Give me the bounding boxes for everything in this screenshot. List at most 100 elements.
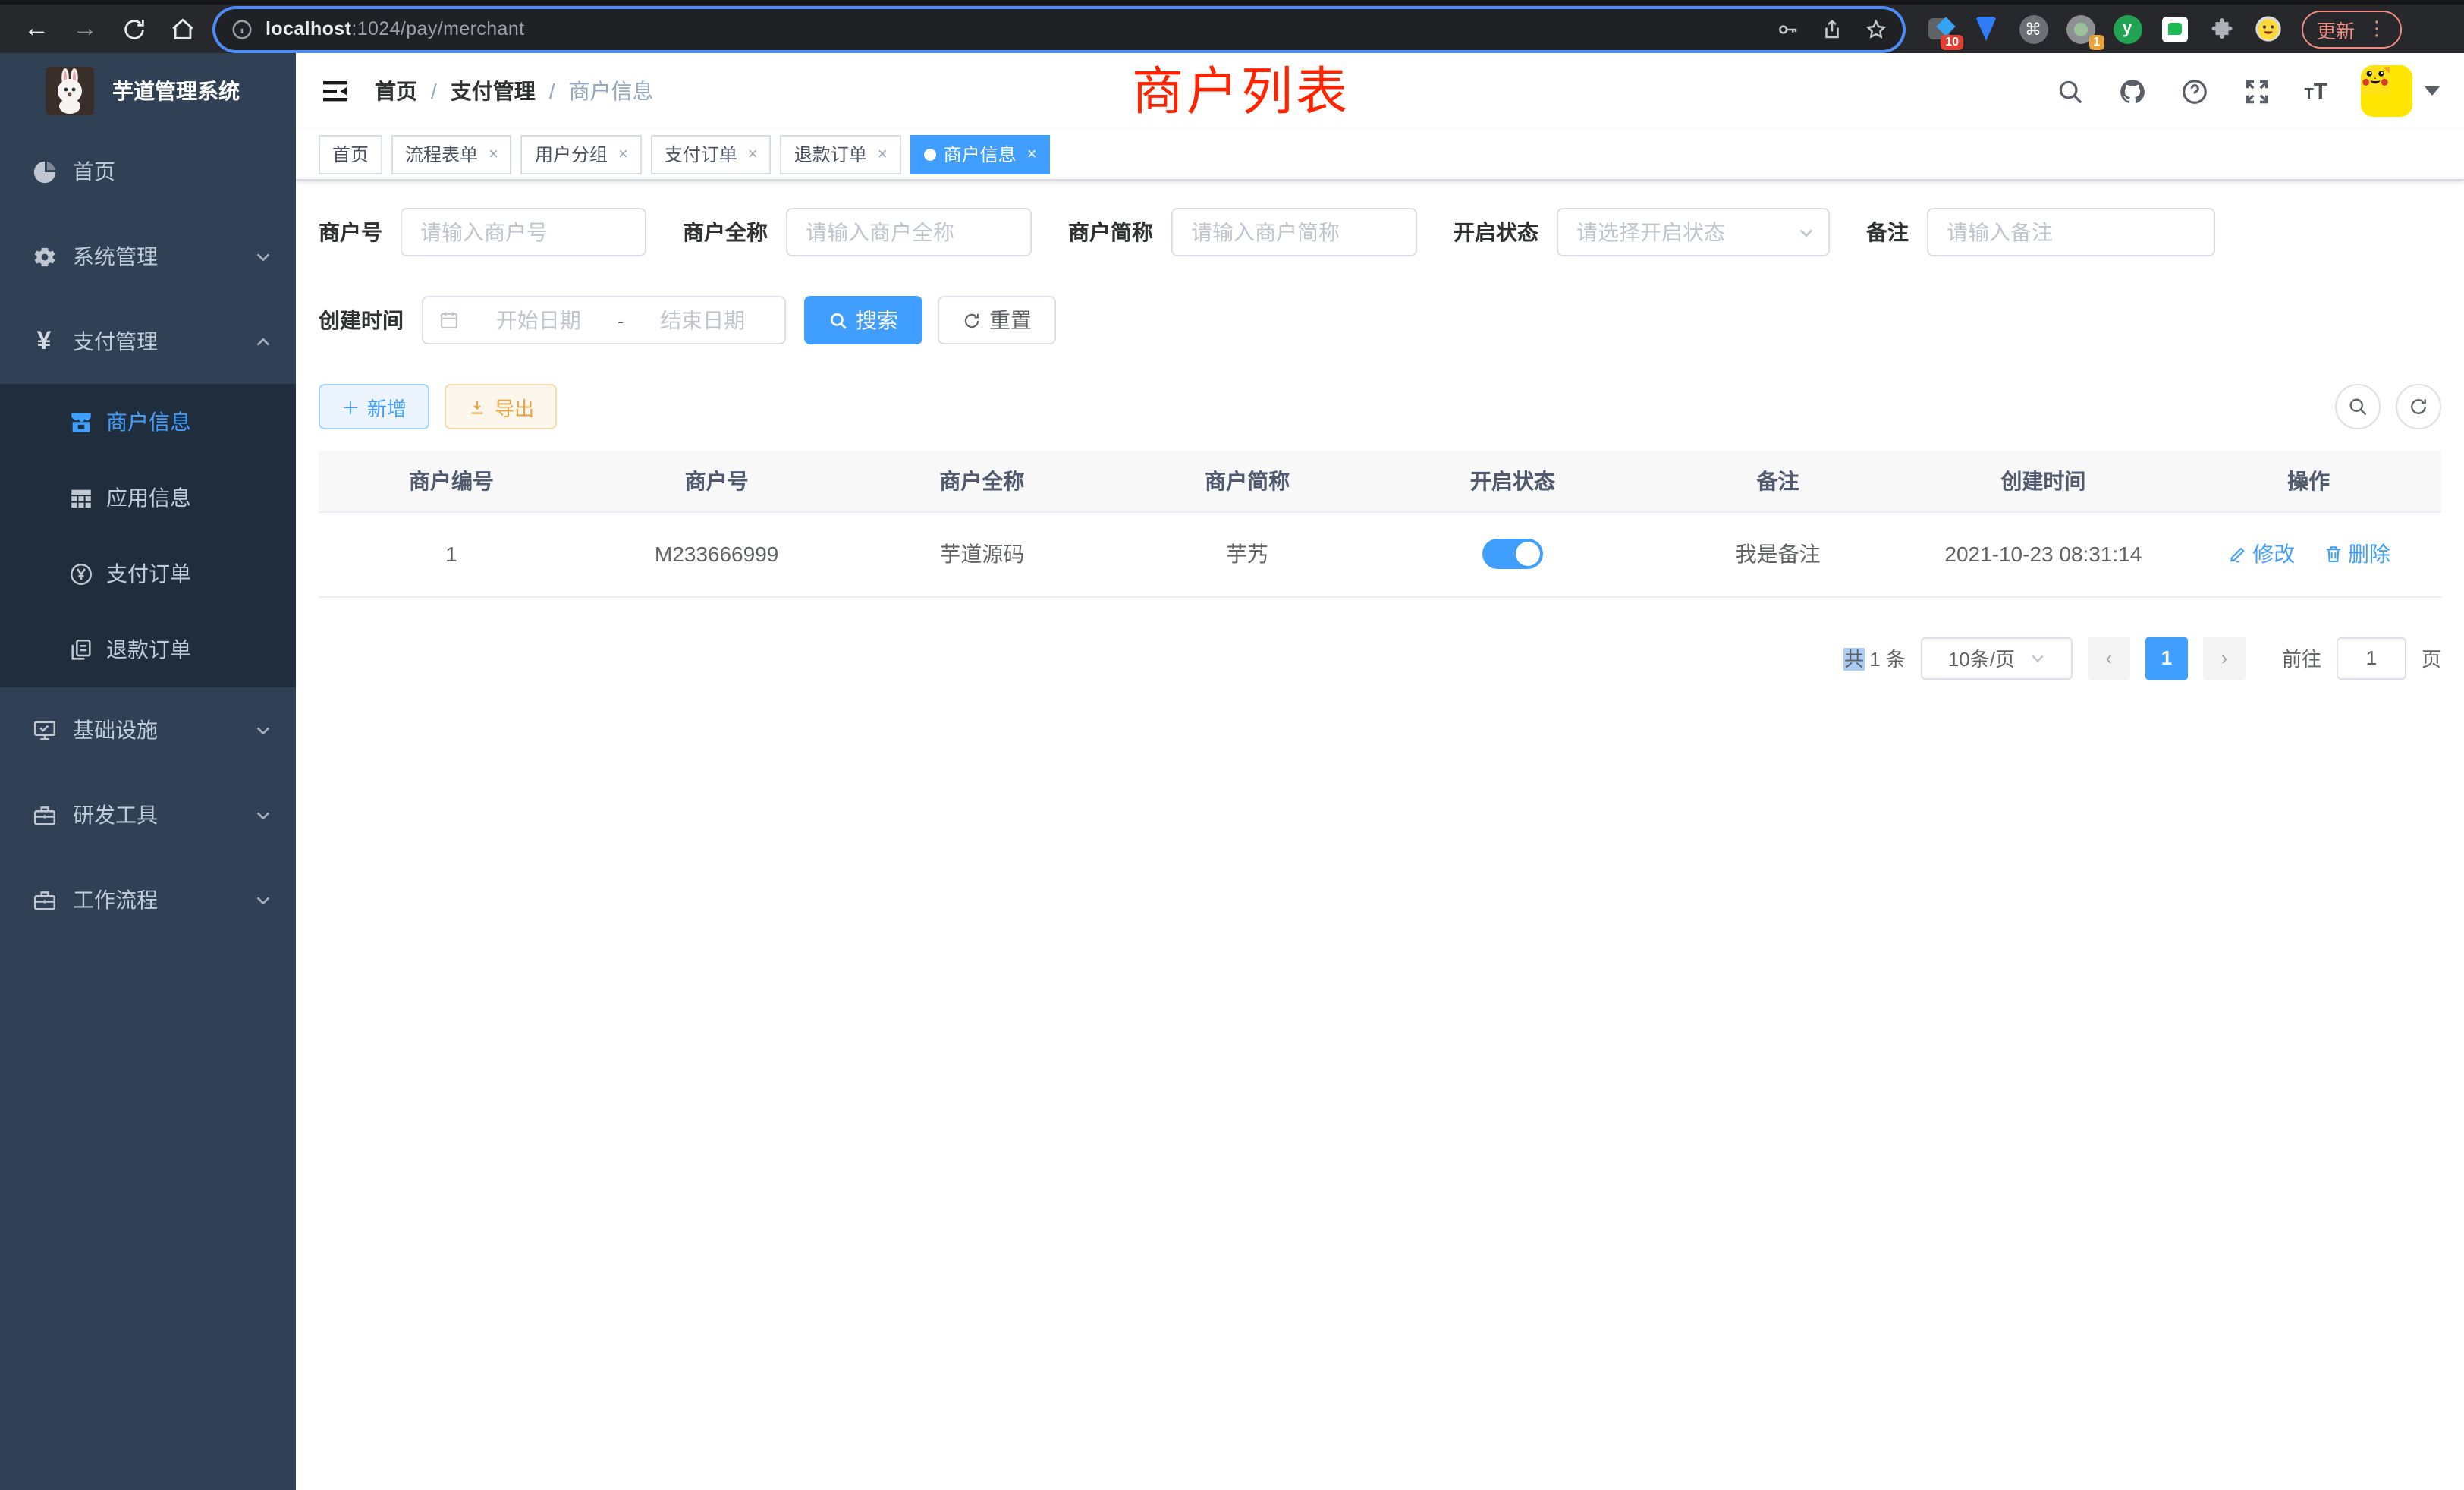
dashboard-icon [30, 158, 58, 185]
sidebar-item-infra[interactable]: 基础设施 [0, 687, 296, 772]
download-icon [467, 397, 487, 417]
merchant-short-name-input[interactable] [1171, 208, 1417, 256]
font-size-icon[interactable]: TT [2304, 78, 2327, 104]
tab-pay-order[interactable]: 支付订单× [651, 134, 772, 174]
sidebar-item-app-info[interactable]: 应用信息 [0, 460, 296, 536]
browser-home-button[interactable] [162, 9, 202, 49]
export-button[interactable]: 导出 [445, 384, 557, 429]
close-icon[interactable]: × [1027, 145, 1037, 163]
next-page-button[interactable]: › [2203, 637, 2246, 679]
browser-back-button[interactable]: ← [17, 9, 56, 49]
browser-update-button[interactable]: 更新 ⋮ [2302, 10, 2402, 48]
page-1-button[interactable]: 1 [2145, 637, 2188, 679]
saved-passwords-icon[interactable] [1777, 17, 1799, 40]
close-icon[interactable]: × [878, 145, 888, 163]
header-search-icon[interactable] [2055, 77, 2084, 105]
close-icon[interactable]: × [489, 145, 498, 163]
search-button[interactable]: 搜索 [804, 296, 922, 344]
address-bar[interactable]: localhost:1024/pay/merchant [215, 8, 1903, 49]
sidebar-item-workflow[interactable]: 工作流程 [0, 857, 296, 942]
github-icon[interactable] [2117, 77, 2146, 105]
extension-tasks-icon[interactable]: 10 [1924, 14, 1954, 44]
extension-camera-icon[interactable]: 1 [2065, 14, 2095, 44]
end-date-placeholder: 结束日期 [636, 305, 769, 335]
sidebar-item-pay[interactable]: ¥ 支付管理 [0, 299, 296, 384]
sidebar-item-merchant-info[interactable]: 商户信息 [0, 384, 296, 460]
create-time-range-picker[interactable]: 开始日期 - 结束日期 [422, 296, 786, 344]
tab-process-form[interactable]: 流程表单× [391, 134, 512, 174]
sidebar-submenu-pay: 商户信息 应用信息 支付订单 [0, 384, 296, 687]
prev-page-button[interactable]: ‹ [2088, 637, 2130, 679]
tab-merchant-info[interactable]: 商户信息× [910, 134, 1051, 174]
site-info-icon[interactable] [231, 17, 253, 40]
cell-full-name: 芋道源码 [850, 511, 1115, 596]
collapse-sidebar-icon[interactable] [320, 76, 350, 106]
close-icon[interactable]: × [748, 145, 758, 163]
page-annotation: 商户列表 [1132, 50, 1350, 124]
refresh-table-button[interactable] [2396, 384, 2441, 429]
share-icon[interactable] [1821, 17, 1843, 40]
yen-circle-icon [67, 560, 94, 587]
topbar: 首页 / 支付管理 / 商户信息 TT [296, 53, 2464, 129]
close-icon[interactable]: × [618, 145, 628, 163]
profile-emoji-icon[interactable] [2253, 14, 2283, 44]
col-full-name: 商户全称 [850, 451, 1115, 511]
page-size-select[interactable]: 10条/页 [1921, 637, 2073, 679]
reset-button[interactable]: 重置 [938, 296, 1056, 344]
browser-forward-button[interactable]: → [65, 9, 105, 49]
tab-refund-order[interactable]: 退款订单× [781, 134, 901, 174]
merchant-no-input[interactable] [401, 208, 646, 256]
refresh-icon [2408, 396, 2429, 417]
user-avatar[interactable] [2361, 65, 2412, 117]
active-dot [924, 148, 936, 160]
status-select[interactable] [1557, 208, 1830, 256]
merchant-full-name-input[interactable] [786, 208, 1032, 256]
breadcrumb-current: 商户信息 [569, 76, 654, 106]
tab-user-group[interactable]: 用户分组× [521, 134, 642, 174]
goto-label: 前往 [2282, 643, 2321, 672]
grid-icon [67, 484, 94, 511]
goto-unit: 页 [2422, 643, 2441, 672]
user-menu[interactable] [2361, 65, 2440, 117]
sidebar: 芋道管理系统 首页 系统管理 ¥ 支付管理 [0, 53, 296, 1490]
extension-badge-red: 10 [1941, 35, 1963, 50]
plus-icon: ＋ [341, 394, 360, 420]
bookmark-star-icon[interactable] [1865, 17, 1887, 40]
col-merchant-id: 商户编号 [319, 451, 584, 511]
extension-chat-icon[interactable] [2159, 14, 2189, 44]
extensions-puzzle-icon[interactable] [2206, 14, 2236, 44]
add-button[interactable]: ＋ 新增 [319, 384, 429, 429]
search-icon [2347, 396, 2368, 417]
sidebar-item-dev-tools[interactable]: 研发工具 [0, 772, 296, 857]
browser-menu-icon[interactable]: ⋮ [2367, 17, 2387, 41]
help-icon[interactable] [2180, 77, 2208, 105]
status-toggle[interactable] [1482, 539, 1543, 569]
chevron-down-icon [255, 248, 272, 265]
sidebar-item-refund-order[interactable]: 退款订单 [0, 611, 296, 687]
caret-down-icon [2425, 86, 2440, 96]
sidebar-item-home[interactable]: 首页 [0, 129, 296, 214]
breadcrumb-pay[interactable]: 支付管理 [451, 76, 536, 106]
browser-reload-button[interactable] [114, 9, 153, 49]
remark-input[interactable] [1927, 208, 2215, 256]
extension-command-icon[interactable]: ⌘ [2018, 14, 2048, 44]
search-icon [828, 310, 848, 330]
sidebar-item-system[interactable]: 系统管理 [0, 214, 296, 299]
extension-y-icon[interactable]: y [2112, 14, 2142, 44]
fullscreen-icon[interactable] [2242, 77, 2271, 105]
tab-home[interactable]: 首页 [319, 134, 382, 174]
cell-short-name: 芋艿 [1114, 511, 1380, 596]
shop-icon [67, 408, 94, 435]
goto-page-input[interactable] [2337, 637, 2406, 679]
sidebar-item-pay-order[interactable]: 支付订单 [0, 536, 296, 611]
sidebar-logo[interactable]: 芋道管理系统 [0, 53, 296, 129]
merchant-full-name-label: 商户全称 [683, 217, 786, 247]
toggle-search-button[interactable] [2335, 384, 2381, 429]
delete-link[interactable]: 删除 [2322, 539, 2390, 569]
toolbox-icon [30, 801, 58, 828]
breadcrumb-home[interactable]: 首页 [375, 76, 417, 106]
start-date-placeholder: 开始日期 [472, 305, 605, 335]
edit-link[interactable]: 修改 [2227, 539, 2295, 569]
col-create-time: 创建时间 [1911, 451, 2176, 511]
extension-kite-icon[interactable] [1971, 14, 2001, 44]
